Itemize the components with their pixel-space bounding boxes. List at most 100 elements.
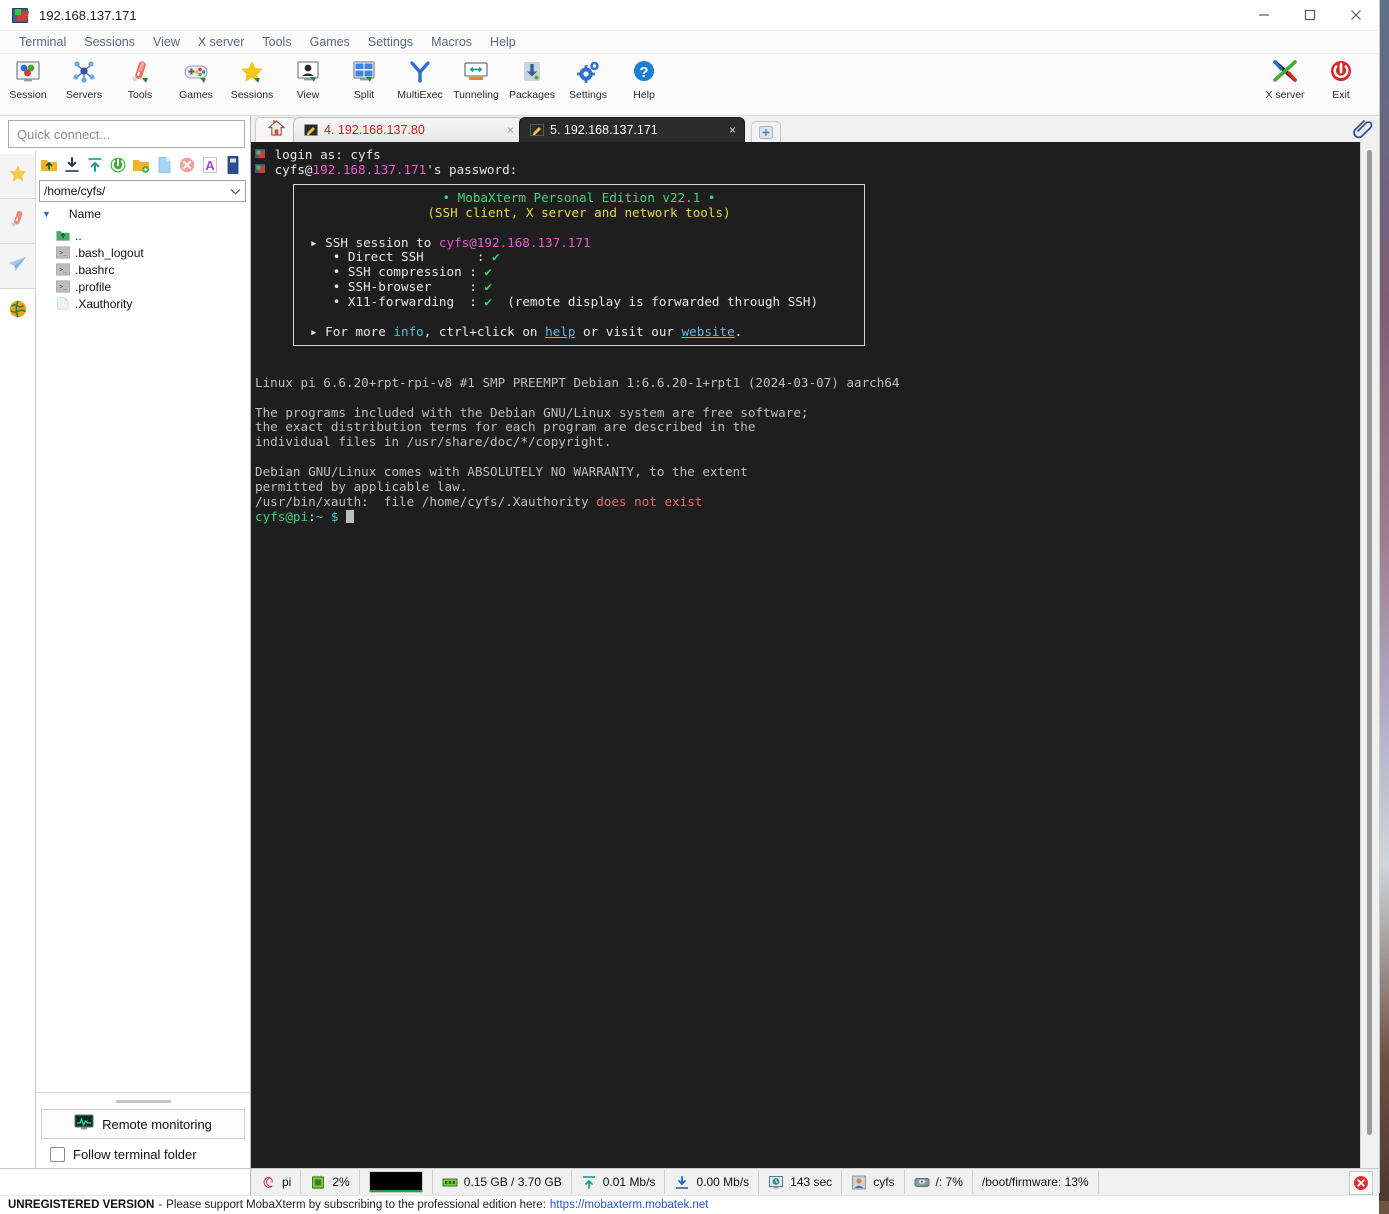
banner-help-link[interactable]: help	[545, 324, 575, 339]
list-item[interactable]: ..	[36, 227, 250, 244]
globe-icon	[7, 298, 29, 325]
delete-icon[interactable]	[177, 155, 197, 175]
menu-settings[interactable]: Settings	[359, 33, 422, 51]
close-button[interactable]	[1333, 0, 1379, 30]
go-up-folder-icon[interactable]	[39, 155, 59, 175]
file-list: .. >_ .bash_logout >_ .bashrc >_ .profil…	[36, 225, 250, 1092]
file-name: .bashrc	[75, 262, 115, 277]
menu-games[interactable]: Games	[301, 33, 359, 51]
terminal-scrollbar[interactable]	[1360, 142, 1379, 1168]
menu-help[interactable]: Help	[481, 33, 525, 51]
file-list-header[interactable]: ▼ Name	[36, 204, 250, 225]
maximize-button[interactable]	[1287, 0, 1333, 30]
menu-sessions[interactable]: Sessions	[75, 33, 144, 51]
banner-footer-info: info	[393, 323, 424, 339]
status-hostname[interactable]: pi	[251, 1170, 302, 1194]
feature-3-note: (remote display is forwarded through SSH…	[507, 294, 819, 310]
terminal-output[interactable]: login as: cyfs cyfs@192.168.137.171's pa…	[251, 142, 1360, 1168]
status-cpu[interactable]: 2%	[301, 1170, 360, 1194]
path-input[interactable]: /home/cyfs/	[39, 180, 246, 202]
status-user[interactable]: cyfs	[842, 1170, 905, 1194]
status-download[interactable]: 0.00 Mb/s	[665, 1170, 760, 1194]
star-icon	[7, 163, 29, 190]
new-tab-button[interactable]	[751, 121, 781, 142]
toolbar-session-button[interactable]: Session	[0, 57, 56, 101]
terminal-tab-2[interactable]: 5. 192.168.137.171 ×	[519, 117, 745, 142]
toolbar-tunneling-button[interactable]: Tunneling	[448, 57, 504, 101]
follow-terminal-folder-row[interactable]: Follow terminal folder	[36, 1139, 250, 1162]
toolbar-exit-button[interactable]: Exit	[1313, 57, 1369, 101]
rename-icon[interactable]: A	[200, 155, 220, 175]
feature-2-label: SSH-browser	[347, 279, 432, 295]
remote-monitoring-button[interactable]: Remote monitoring	[41, 1109, 245, 1139]
menu-tools[interactable]: Tools	[253, 33, 300, 51]
quick-connect-input[interactable]: Quick connect...	[8, 120, 245, 148]
download-icon[interactable]	[62, 155, 82, 175]
terminal-login-line: login as: cyfs	[274, 147, 381, 162]
disk-icon	[914, 1175, 930, 1189]
chevron-down-icon[interactable]	[230, 184, 241, 198]
cpu-graph-icon	[368, 1171, 423, 1193]
list-item[interactable]: >_ .bashrc	[36, 261, 250, 278]
view-icon	[293, 57, 323, 87]
toolbar-split-button[interactable]: Split	[336, 57, 392, 101]
paperclip-icon[interactable]	[1353, 118, 1375, 140]
toolbar-servers-button[interactable]: Servers	[56, 57, 112, 101]
menu-x-server[interactable]: X server	[189, 33, 254, 51]
ssh-pen-icon	[530, 124, 544, 136]
toolbar-games-button[interactable]: Games	[168, 57, 224, 101]
new-file-icon[interactable]	[154, 155, 174, 175]
feature-2-check: ✔	[484, 279, 493, 295]
uptime-clock-icon	[768, 1175, 784, 1189]
toolbar-settings-button[interactable]: Settings	[560, 57, 616, 101]
toolbar-help-button[interactable]: ? Help	[616, 57, 672, 101]
follow-terminal-folder-checkbox[interactable]	[50, 1147, 65, 1162]
refresh-icon[interactable]	[108, 155, 128, 175]
status-memory[interactable]: 0.15 GB / 3.70 GB	[433, 1170, 572, 1194]
path-value: /home/cyfs/	[44, 184, 106, 198]
panel-resize-grip[interactable]	[115, 1100, 171, 1103]
terminal-tab-2-close[interactable]: ×	[729, 123, 736, 137]
list-item[interactable]: >_ .profile	[36, 278, 250, 295]
left-panel: Quick connect... A /home/cyfs/ ▼ Name ..…	[0, 116, 251, 1168]
bookmark-icon[interactable]	[223, 155, 243, 175]
toolbar-packages-label: Packages	[508, 89, 556, 101]
status-disk-root-text: /: 7%	[935, 1175, 963, 1189]
script-file-icon: >_	[56, 246, 70, 259]
toolbar-view-button[interactable]: View	[280, 57, 336, 101]
home-tab[interactable]	[255, 117, 297, 142]
toolbar-sessions-button[interactable]: Sessions	[224, 57, 280, 101]
status-disk-boot[interactable]: /boot/firmware: 13%	[973, 1170, 1099, 1194]
sidebar-tab-macros[interactable]	[0, 244, 36, 289]
status-disk-root[interactable]: /: 7%	[905, 1170, 973, 1194]
status-uptime[interactable]: 143 sec	[759, 1170, 843, 1194]
terminal-tab-1-close[interactable]: ×	[507, 123, 514, 137]
terminal-scrollbar-thumb[interactable]	[1367, 150, 1372, 1135]
menu-view[interactable]: View	[144, 33, 189, 51]
status-cpu-graph[interactable]	[360, 1170, 433, 1194]
toolbar-tools-button[interactable]: Tools	[112, 57, 168, 101]
minimize-button[interactable]	[1241, 0, 1287, 30]
toolbar-sessions-label: Sessions	[230, 89, 274, 101]
new-folder-icon[interactable]	[131, 155, 151, 175]
menu-terminal[interactable]: Terminal	[10, 33, 75, 51]
status-upload[interactable]: 0.01 Mb/s	[572, 1170, 666, 1194]
sidebar-tab-sessions[interactable]	[0, 154, 36, 199]
menu-macros[interactable]: Macros	[422, 33, 481, 51]
left-panel-bottom: Remote monitoring Follow terminal folder	[36, 1092, 250, 1168]
script-file-icon: >_	[56, 280, 70, 293]
toolbar-xserver-button[interactable]: X server	[1257, 57, 1313, 101]
toolbar-multiexec-button[interactable]: MultiExec	[392, 57, 448, 101]
list-item[interactable]: >_ .bash_logout	[36, 244, 250, 261]
terminal-tab-1[interactable]: 4. 192.168.137.80 ×	[293, 117, 523, 142]
sidebar-tab-globe[interactable]	[0, 289, 35, 333]
banner-title: • MobaXterm Personal Edition v22.1 •	[442, 189, 716, 205]
mobaxterm-app-icon	[12, 7, 30, 23]
sidebar-tab-tools[interactable]	[0, 199, 36, 244]
banner-website-link[interactable]: website	[682, 324, 735, 339]
close-status-icon[interactable]	[1349, 1171, 1373, 1195]
toolbar-packages-button[interactable]: Packages	[504, 57, 560, 101]
upload-icon[interactable]	[85, 155, 105, 175]
list-item[interactable]: .Xauthority	[36, 295, 250, 312]
terminal-tab-2-label: 5. 192.168.137.171	[550, 123, 658, 137]
